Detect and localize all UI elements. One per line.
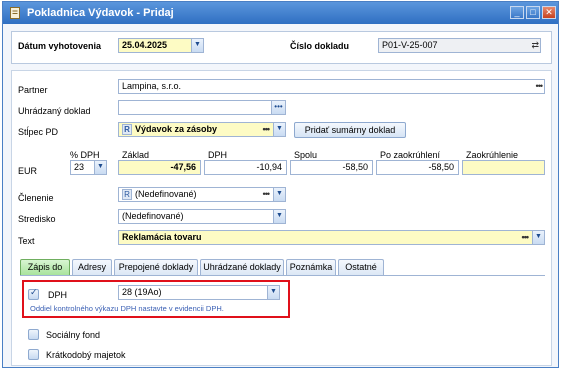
paid-doc-field[interactable]: ••• — [118, 100, 286, 115]
base-label: Základ — [122, 150, 150, 160]
short-term-asset-checkbox[interactable] — [28, 349, 39, 360]
tab-ostatne[interactable]: Ostatné — [338, 259, 384, 275]
partner-label: Partner — [18, 85, 48, 95]
dropdown-arrow-icon[interactable]: ▼ — [94, 161, 106, 174]
vat-pct-select[interactable]: 23 ▼ — [70, 160, 107, 175]
vat-field[interactable]: -10,94 — [204, 160, 287, 175]
dropdown-arrow-icon[interactable]: ▼ — [273, 188, 285, 201]
column-value: Výdavok za zásoby — [135, 124, 218, 134]
dropdown-arrow-icon[interactable]: ▼ — [273, 123, 285, 136]
rounded-field[interactable]: -58,50 — [376, 160, 459, 175]
browse-dots-icon[interactable]: ••• — [522, 231, 530, 243]
vat-label: DPH — [208, 150, 228, 160]
center-value: (Nedefinované) — [122, 211, 184, 221]
browse-dots-icon[interactable]: ••• — [271, 101, 285, 114]
r-badge-icon: R — [122, 124, 132, 136]
dropdown-arrow-icon[interactable]: ▼ — [273, 210, 285, 223]
date-field[interactable]: 25.04.2025 ▼ — [118, 38, 204, 53]
title-bar: Pokladnica Výdavok - Pridaj _ □ ✕ — [3, 2, 558, 24]
document-icon — [10, 7, 20, 19]
social-fund-checkbox[interactable] — [28, 329, 39, 340]
split-value: (Nedefinované) — [135, 189, 197, 199]
social-fund-label: Sociálny fond — [46, 330, 101, 340]
tab-strip: Zápis do Adresy Prepojené doklady Uhrádz… — [20, 259, 545, 276]
rounding-label: Zaokrúhlenie — [466, 150, 519, 160]
r-badge-icon: R — [122, 189, 132, 201]
tab-prepojene-doklady[interactable]: Prepojené doklady — [114, 259, 198, 275]
browse-dots-icon[interactable]: ••• — [263, 123, 271, 135]
partner-value: Lampina, s.r.o. — [122, 81, 182, 91]
minimize-button[interactable]: _ — [510, 6, 524, 19]
dropdown-arrow-icon[interactable]: ▼ — [267, 286, 279, 299]
tab-poznamka[interactable]: Poznámka — [286, 259, 336, 275]
docnum-label: Číslo dokladu — [290, 41, 350, 51]
dph-label: DPH — [48, 290, 68, 300]
partner-field[interactable]: Lampina, s.r.o. ••• — [118, 79, 545, 94]
vat-pct-label: % DPH — [70, 150, 100, 160]
dph-note: Oddiel kontrolného výkazu DPH nastavte v… — [30, 304, 224, 313]
total-label: Spolu — [294, 150, 318, 160]
close-button[interactable]: ✕ — [542, 6, 556, 19]
add-summary-doc-button[interactable]: Pridať sumárny doklad — [294, 122, 406, 138]
tab-adresy[interactable]: Adresy — [72, 259, 112, 275]
browse-dots-icon[interactable]: ••• — [263, 188, 271, 200]
currency-label: EUR — [18, 166, 38, 176]
center-label: Stredisko — [18, 214, 56, 224]
calendar-dropdown-icon[interactable]: ▼ — [191, 39, 203, 52]
text-field[interactable]: Reklamácia tovaru ••• ▼ — [118, 230, 545, 245]
main-panel: Partner Lampina, s.r.o. ••• Uhrádzaný do… — [11, 70, 552, 366]
date-label: Dátum vyhotovenia — [18, 41, 102, 51]
split-label: Členenie — [18, 193, 54, 203]
column-field[interactable]: R Výdavok za zásoby ••• ▼ — [118, 122, 286, 137]
paid-doc-label: Uhrádzaný doklad — [18, 106, 91, 116]
maximize-button[interactable]: □ — [526, 6, 540, 19]
short-term-asset-label: Krátkodobý majetok — [46, 350, 126, 360]
tab-zapis-do[interactable]: Zápis do — [20, 259, 70, 275]
rounding-field[interactable] — [462, 160, 545, 175]
text-label: Text — [18, 236, 35, 246]
docnum-field[interactable]: P01-V-25-007 ⇄ — [378, 38, 541, 53]
tab-content-zapis-do: DPH 28 (19Ao) ▼ Oddiel kontrolného výkaz… — [20, 275, 545, 365]
column-label: Stĺpec PD — [18, 127, 59, 137]
vat-pct-value: 23 — [74, 162, 85, 172]
dph-checkbox[interactable] — [28, 287, 39, 300]
text-value: Reklamácia tovaru — [122, 232, 202, 242]
docnum-value: P01-V-25-007 — [382, 40, 438, 50]
copy-icon[interactable]: ⇄ — [531, 39, 538, 51]
dropdown-arrow-icon[interactable]: ▼ — [532, 231, 544, 244]
center-field[interactable]: (Nedefinované) ▼ — [118, 209, 286, 224]
dialog-window: Pokladnica Výdavok - Pridaj _ □ ✕ Dátum … — [2, 1, 559, 368]
dph-value: 28 (19Ao) — [122, 287, 162, 297]
dph-select[interactable]: 28 (19Ao) ▼ — [118, 285, 280, 300]
tab-uhradzane-doklady[interactable]: Uhrádzané doklady — [200, 259, 284, 275]
total-field[interactable]: -58,50 — [290, 160, 373, 175]
browse-dots-icon[interactable]: ••• — [536, 80, 544, 92]
date-value: 25.04.2025 — [122, 40, 168, 50]
window-title: Pokladnica Výdavok - Pridaj — [27, 7, 174, 19]
split-field[interactable]: R (Nedefinované) ••• ▼ — [118, 187, 286, 202]
rounded-label: Po zaokrúhlení — [380, 150, 441, 160]
header-panel: Dátum vyhotovenia 25.04.2025 ▼ Číslo dok… — [11, 31, 552, 64]
base-field[interactable]: -47,56 — [118, 160, 201, 175]
